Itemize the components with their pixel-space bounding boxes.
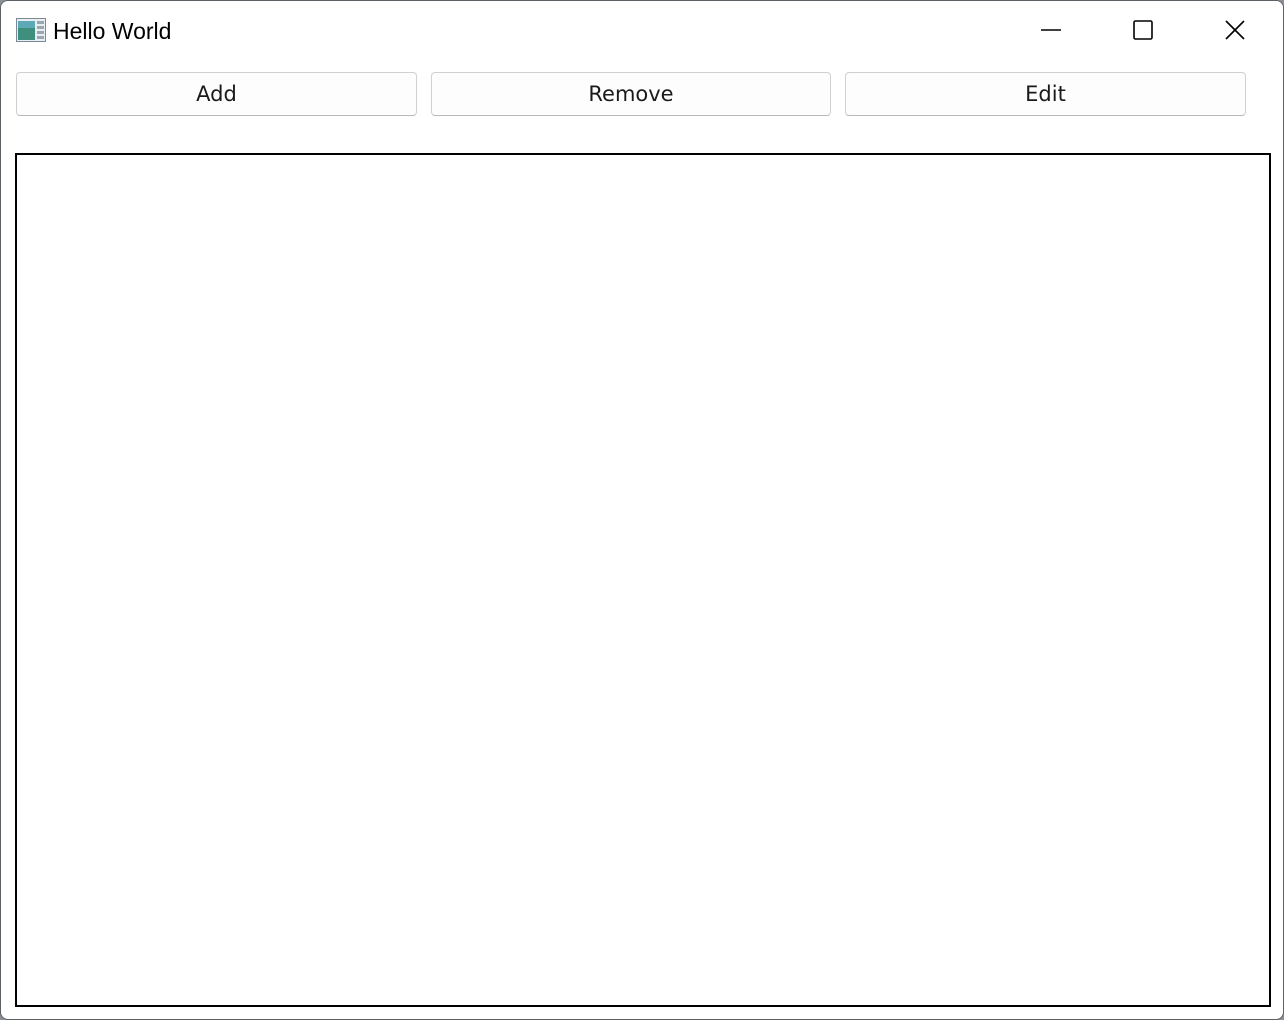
- app-window: Hello World Add Remove Edit: [0, 0, 1284, 1020]
- edit-button[interactable]: Edit: [845, 72, 1246, 116]
- add-button[interactable]: Add: [16, 72, 417, 116]
- minimize-icon: [1040, 19, 1062, 41]
- app-window-icon: [16, 18, 46, 42]
- remove-button[interactable]: Remove: [431, 72, 831, 116]
- maximize-icon: [1132, 19, 1154, 41]
- window-title: Hello World: [53, 18, 172, 44]
- title-bar[interactable]: Hello World: [1, 1, 1283, 59]
- maximize-button[interactable]: [1097, 1, 1189, 59]
- minimize-button[interactable]: [1005, 1, 1097, 59]
- close-button[interactable]: [1189, 1, 1281, 59]
- close-icon: [1224, 19, 1246, 41]
- content-panel[interactable]: [15, 153, 1271, 1007]
